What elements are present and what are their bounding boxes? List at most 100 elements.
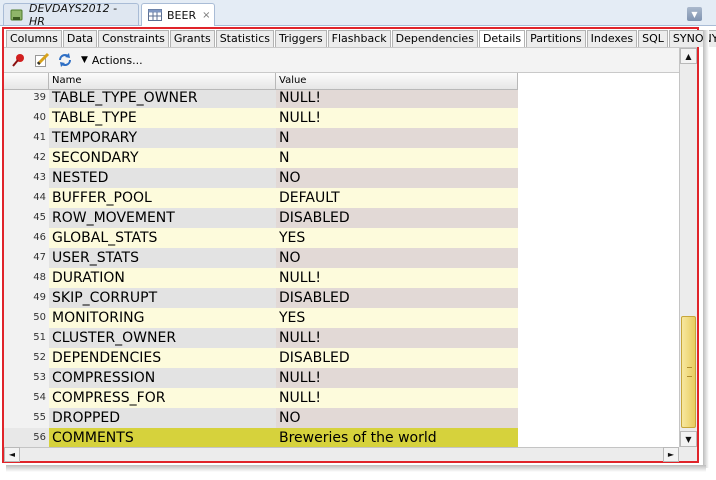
table-row[interactable]: 46 GLOBAL_STATS YES <box>4 228 518 248</box>
table-row[interactable]: 42 SECONDARY N <box>4 148 518 168</box>
property-name-cell[interactable]: DEPENDENCIES <box>49 348 276 368</box>
property-value-cell[interactable]: NULL! <box>276 268 518 288</box>
table-row[interactable]: 52 DEPENDENCIES DISABLED <box>4 348 518 368</box>
table-row[interactable]: 39 TABLE_TYPE_OWNER NULL! <box>4 88 518 108</box>
table-row[interactable]: 51 CLUSTER_OWNER NULL! <box>4 328 518 348</box>
vertical-scroll-thumb[interactable] <box>681 316 696 428</box>
row-number-cell: 51 <box>4 328 49 348</box>
vertical-scrollbar[interactable]: ▲ ▼ <box>679 48 697 447</box>
property-value-cell[interactable]: YES <box>276 228 518 248</box>
actions-label: Actions... <box>91 53 143 67</box>
edit-icon[interactable] <box>33 51 51 69</box>
scroll-down-button[interactable]: ▼ <box>680 431 697 447</box>
tab-list-dropdown-button[interactable]: ▼ <box>687 7 702 21</box>
editor-tab-beer[interactable]: BEER × <box>141 3 215 26</box>
property-name-cell[interactable]: GLOBAL_STATS <box>49 228 276 248</box>
pin-icon[interactable] <box>10 51 28 69</box>
tab-flashback[interactable]: Flashback <box>327 30 391 47</box>
property-value-cell[interactable]: N <box>276 128 518 148</box>
property-value-cell[interactable]: N <box>276 148 518 168</box>
property-name-cell[interactable]: NESTED <box>49 168 276 188</box>
table-row[interactable]: 55 DROPPED NO <box>4 408 518 428</box>
details-grid: 39 TABLE_TYPE_OWNER NULL! 40 TABLE_TYPE NULL!… <box>4 73 679 447</box>
property-name-cell[interactable]: DROPPED <box>49 408 276 428</box>
table-row[interactable]: 54 COMPRESS_FOR NULL! <box>4 388 518 408</box>
column-header-value[interactable]: Value <box>276 73 518 90</box>
row-number-cell: 45 <box>4 208 49 228</box>
property-value-cell[interactable]: NULL! <box>276 328 518 348</box>
property-name-cell[interactable]: TABLE_TYPE <box>49 108 276 128</box>
property-name-cell[interactable]: SKIP_CORRUPT <box>49 288 276 308</box>
row-number-cell: 42 <box>4 148 49 168</box>
property-value-cell[interactable]: DISABLED <box>276 288 518 308</box>
tab-partitions[interactable]: Partitions <box>526 30 586 47</box>
row-number-header <box>4 73 49 90</box>
property-name-cell[interactable]: MONITORING <box>49 308 276 328</box>
property-name-cell[interactable]: TABLE_TYPE_OWNER <box>49 88 276 108</box>
table-row[interactable]: 56 COMMENTS Breweries of the world <box>4 428 518 447</box>
property-value-cell[interactable]: DISABLED <box>276 348 518 368</box>
property-value-cell[interactable]: NULL! <box>276 88 518 108</box>
column-header-name[interactable]: Name <box>49 73 276 90</box>
scroll-up-button[interactable]: ▲ <box>680 48 697 64</box>
horizontal-scrollbar[interactable]: ◄ ► <box>4 447 679 462</box>
property-name-cell[interactable]: COMMENTS <box>49 428 276 447</box>
tab-dependencies[interactable]: Dependencies <box>391 30 478 47</box>
table-row[interactable]: 47 USER_STATS NO <box>4 248 518 268</box>
property-name-cell[interactable]: USER_STATS <box>49 248 276 268</box>
property-name-cell[interactable]: BUFFER_POOL <box>49 188 276 208</box>
property-name-cell[interactable]: SECONDARY <box>49 148 276 168</box>
property-value-cell[interactable]: YES <box>276 308 518 328</box>
property-name-cell[interactable]: ROW_MOVEMENT <box>49 208 276 228</box>
object-sub-tabs: Columns Data Constraints Grants Statisti… <box>6 30 716 47</box>
property-name-cell[interactable]: COMPRESSION <box>49 368 276 388</box>
tab-triggers[interactable]: Triggers <box>275 30 327 47</box>
editor-tab-connection[interactable]: DEVDAYS2012 - HR <box>3 2 139 28</box>
tab-statistics[interactable]: Statistics <box>215 30 274 47</box>
grid-rows: 39 TABLE_TYPE_OWNER NULL! 40 TABLE_TYPE NULL!… <box>4 88 679 447</box>
table-row[interactable]: 53 COMPRESSION NULL! <box>4 368 518 388</box>
property-value-cell[interactable]: NO <box>276 168 518 188</box>
property-value-cell[interactable]: DISABLED <box>276 208 518 228</box>
property-value-cell[interactable]: NULL! <box>276 388 518 408</box>
scroll-right-button[interactable]: ► <box>663 447 679 462</box>
tab-grants[interactable]: Grants <box>169 30 215 47</box>
editor-tab-beer-label: BEER <box>167 8 197 22</box>
editor-tab-strip: DEVDAYS2012 - HR BEER × ▼ <box>0 0 716 28</box>
table-row[interactable]: 41 TEMPORARY N <box>4 128 518 148</box>
database-connection-icon <box>10 8 24 22</box>
property-value-cell[interactable]: NULL! <box>276 108 518 128</box>
tab-columns[interactable]: Columns <box>6 30 62 47</box>
property-value-cell[interactable]: NO <box>276 408 518 428</box>
close-icon[interactable]: × <box>202 10 210 21</box>
row-number-cell: 40 <box>4 108 49 128</box>
table-row[interactable]: 45 ROW_MOVEMENT DISABLED <box>4 208 518 228</box>
property-name-cell[interactable]: CLUSTER_OWNER <box>49 328 276 348</box>
property-name-cell[interactable]: COMPRESS_FOR <box>49 388 276 408</box>
tab-constraints[interactable]: Constraints <box>98 30 169 47</box>
tab-indexes[interactable]: Indexes <box>586 30 638 47</box>
tab-details[interactable]: Details <box>478 30 526 47</box>
row-number-cell: 55 <box>4 408 49 428</box>
tab-sql[interactable]: SQL <box>638 30 668 47</box>
refresh-icon[interactable] <box>56 51 74 69</box>
table-row[interactable]: 40 TABLE_TYPE NULL! <box>4 108 518 128</box>
row-number-cell: 44 <box>4 188 49 208</box>
property-value-cell[interactable]: NULL! <box>276 368 518 388</box>
property-value-cell[interactable]: Breweries of the world <box>276 428 518 447</box>
property-value-cell[interactable]: NO <box>276 248 518 268</box>
table-row[interactable]: 44 BUFFER_POOL DEFAULT <box>4 188 518 208</box>
row-number-cell: 47 <box>4 248 49 268</box>
tab-data[interactable]: Data <box>62 30 98 47</box>
scroll-left-button[interactable]: ◄ <box>4 447 20 462</box>
property-name-cell[interactable]: DURATION <box>49 268 276 288</box>
table-row[interactable]: 50 MONITORING YES <box>4 308 518 328</box>
table-row[interactable]: 48 DURATION NULL! <box>4 268 518 288</box>
row-number-cell: 56 <box>4 428 49 447</box>
row-number-cell: 50 <box>4 308 49 328</box>
table-row[interactable]: 43 NESTED NO <box>4 168 518 188</box>
property-name-cell[interactable]: TEMPORARY <box>49 128 276 148</box>
actions-menu[interactable]: ▼ Actions... <box>81 54 143 67</box>
table-row[interactable]: 49 SKIP_CORRUPT DISABLED <box>4 288 518 308</box>
property-value-cell[interactable]: DEFAULT <box>276 188 518 208</box>
